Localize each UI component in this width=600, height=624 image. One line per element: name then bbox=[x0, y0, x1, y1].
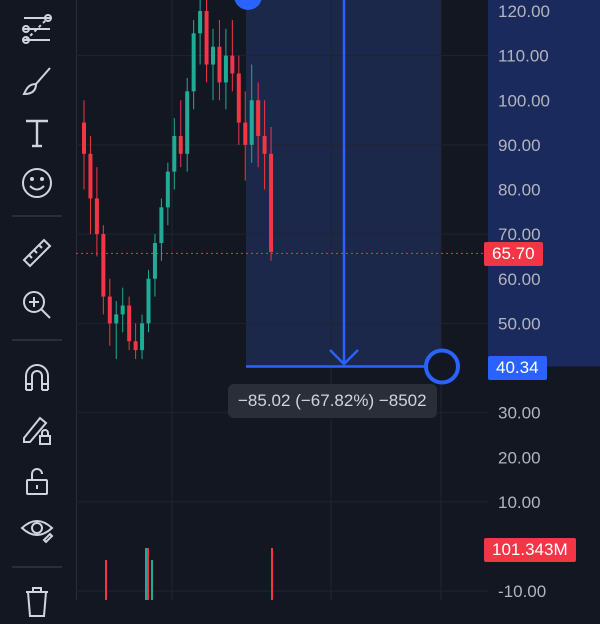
price-axis-tick: 110.00 bbox=[498, 47, 549, 66]
current-price-tag: 65.70 bbox=[484, 242, 543, 266]
candle-body bbox=[236, 73, 241, 123]
price-axis-tick: 90.00 bbox=[498, 136, 541, 155]
measurement-tooltip: −85.02 (−67.82%) −8502 bbox=[228, 384, 437, 418]
measure-end-handle bbox=[424, 348, 460, 385]
candle-body bbox=[120, 305, 125, 315]
candle-body bbox=[185, 91, 190, 154]
lock-drawing-icon[interactable] bbox=[14, 406, 60, 452]
trend-line-tools-icon[interactable] bbox=[14, 6, 60, 52]
candle-body bbox=[269, 153, 274, 252]
price-axis-tick: -10.00 bbox=[498, 582, 546, 600]
candle-body bbox=[127, 305, 132, 342]
candle-body bbox=[159, 207, 164, 244]
candle-body bbox=[256, 100, 261, 136]
candle-body bbox=[88, 153, 93, 199]
candle-body bbox=[223, 55, 228, 83]
candle-body bbox=[249, 100, 254, 145]
chart-area[interactable]: 120.00 110.00 100.00 90.00 80.00 70.00 60.00 50… bbox=[76, 0, 600, 600]
emoji-icon[interactable] bbox=[14, 160, 60, 206]
candle-body bbox=[82, 122, 86, 154]
candle-body bbox=[198, 11, 203, 34]
price-axis-tick: 50.00 bbox=[498, 314, 541, 333]
price-axis-tick: 60.00 bbox=[498, 270, 541, 289]
price-axis-tick: 20.00 bbox=[498, 448, 541, 467]
price-axis-tick: 80.00 bbox=[498, 181, 541, 200]
candle-body bbox=[178, 135, 183, 154]
price-axis-tick: 120.00 bbox=[498, 2, 550, 21]
candle-body bbox=[101, 234, 106, 297]
drawing-toolbar bbox=[0, 0, 77, 617]
candle-body bbox=[152, 243, 157, 279]
measure-price-tag: 40.34 bbox=[488, 356, 547, 380]
zoom-in-icon[interactable] bbox=[14, 282, 60, 328]
candle-body bbox=[262, 135, 267, 154]
text-icon[interactable] bbox=[14, 110, 60, 156]
candle-body bbox=[230, 55, 235, 74]
unlock-icon[interactable] bbox=[14, 458, 60, 504]
candle-body bbox=[133, 341, 138, 351]
eye-icon[interactable] bbox=[14, 506, 60, 552]
candle-body bbox=[146, 278, 151, 324]
price-axis-tick: 100.00 bbox=[498, 91, 550, 110]
candle-body bbox=[211, 46, 215, 65]
price-chart[interactable]: 120.00110.00100.0090.0080.0070.0060.0050… bbox=[76, 0, 600, 600]
price-axis-tick: 30.00 bbox=[498, 404, 541, 423]
candle-body bbox=[140, 323, 145, 351]
price-axis-tick: 10.00 bbox=[498, 493, 541, 512]
candle-body bbox=[107, 296, 112, 324]
magnet-icon[interactable] bbox=[14, 354, 60, 400]
candle-body bbox=[165, 171, 170, 208]
candle-body bbox=[243, 122, 248, 145]
candle-body bbox=[204, 11, 209, 65]
trash-icon[interactable] bbox=[14, 578, 60, 624]
volume-tag: 101.343M bbox=[484, 538, 576, 562]
candle-body bbox=[114, 314, 119, 324]
brush-icon[interactable] bbox=[14, 58, 60, 104]
candle-body bbox=[217, 46, 222, 83]
ruler-icon[interactable] bbox=[14, 230, 60, 276]
candle-body bbox=[172, 135, 177, 172]
candle-body bbox=[191, 33, 196, 92]
candle-body bbox=[94, 198, 99, 235]
